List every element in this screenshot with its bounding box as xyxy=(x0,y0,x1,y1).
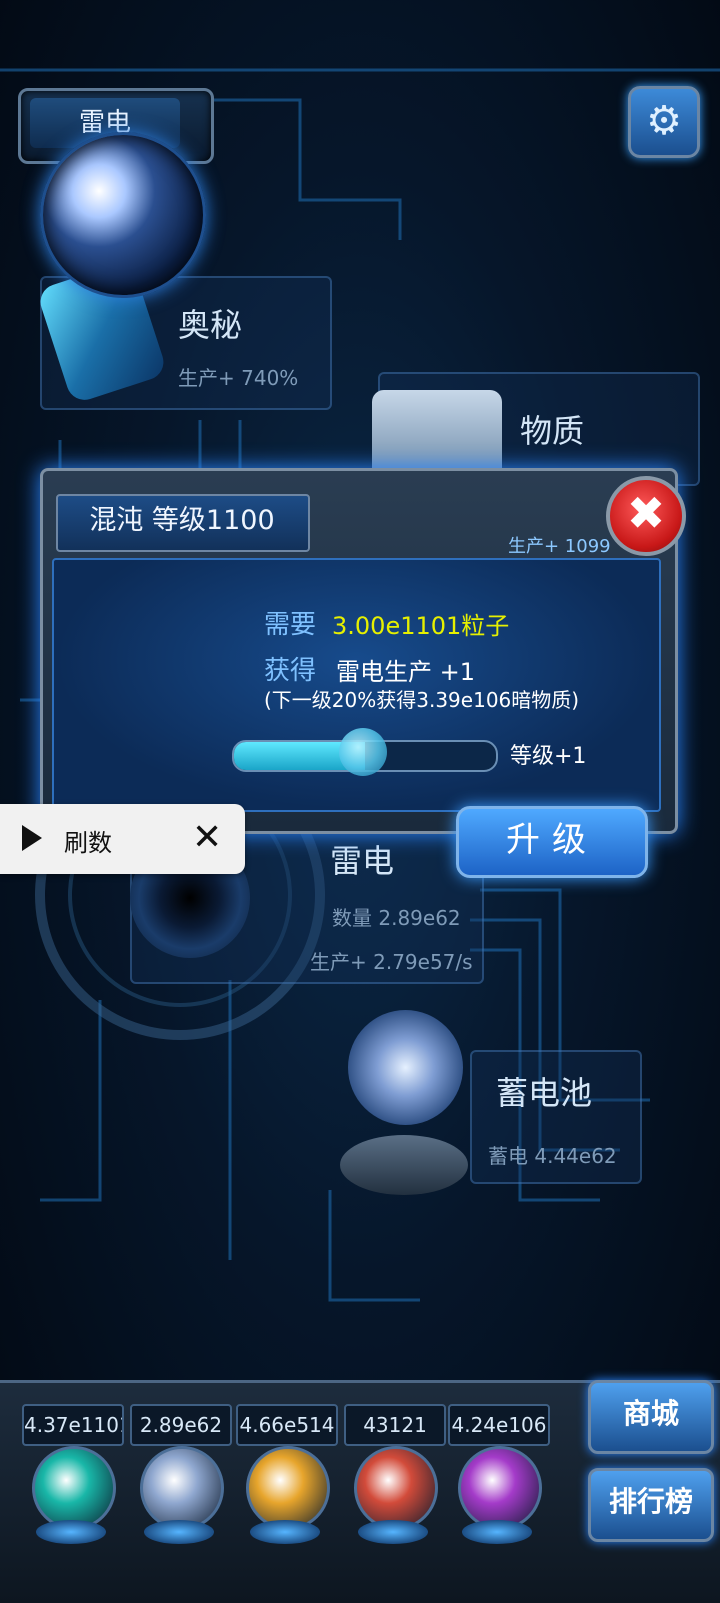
resource-orb-icon[interactable] xyxy=(458,1446,542,1530)
gear-icon: ⚙ xyxy=(646,98,682,144)
refresh-label: 刷数 xyxy=(64,829,112,857)
resource-stand xyxy=(144,1520,214,1544)
resource-stand xyxy=(358,1520,428,1544)
close-button[interactable]: ✖ xyxy=(606,476,686,556)
gain-value: 雷电生产 +1 xyxy=(336,658,476,686)
refresh-toolbar: 刷数 ✕ xyxy=(0,804,245,874)
resource-orb-icon[interactable] xyxy=(354,1446,438,1530)
leaderboard-button[interactable]: 排行榜 xyxy=(588,1468,714,1542)
panel-thunder-count: 数量 2.89e62 xyxy=(332,906,461,930)
panel-mystery-sub: 生产+ 740% xyxy=(178,366,299,390)
resource-value: 4.24e106 xyxy=(448,1404,550,1446)
dialog-title: 混沌 等级1100 xyxy=(89,505,275,536)
resource-orb-icon[interactable] xyxy=(140,1446,224,1530)
resource-stand xyxy=(36,1520,106,1544)
resource-value: 2.89e62 xyxy=(130,1404,232,1446)
resource-orb-icon[interactable] xyxy=(246,1446,330,1530)
battery-base-icon xyxy=(340,1135,468,1195)
play-icon[interactable] xyxy=(22,825,42,851)
gain-label: 获得 xyxy=(264,656,317,686)
need-value: 3.00e1101粒子 xyxy=(332,612,510,640)
resource-value: 43121 xyxy=(344,1404,446,1446)
close-icon: ✖ xyxy=(626,486,666,540)
resource-stand xyxy=(250,1520,320,1544)
level-slider-handle[interactable] xyxy=(339,728,387,776)
panel-matter-title: 物质 xyxy=(520,412,585,450)
panel-thunder-rate: 生产+ 2.79e57/s xyxy=(310,950,473,974)
panel-battery-sub: 蓄电 4.44e62 xyxy=(488,1144,617,1168)
need-label: 需要 xyxy=(264,610,317,640)
resource-value: 4.66e514 xyxy=(236,1404,338,1446)
level-increment-label: 等级+1 xyxy=(510,744,587,769)
panel-mystery-title: 奥秘 xyxy=(178,306,243,344)
panel-thunder-title: 雷电 xyxy=(330,842,395,880)
resource-orb-icon[interactable] xyxy=(32,1446,116,1530)
shop-button[interactable]: 商城 xyxy=(588,1380,714,1454)
next-level-note: (下一级20%获得3.39e106暗物质) xyxy=(264,688,580,712)
lightning-orb-icon xyxy=(348,1010,463,1125)
resource-value: 4.37e1101 xyxy=(22,1404,124,1446)
chaos-orb-icon xyxy=(40,132,206,298)
settings-button[interactable]: ⚙ xyxy=(628,86,700,158)
upgrade-button[interactable]: 升级 xyxy=(456,806,648,878)
cube-icon xyxy=(372,390,502,480)
panel-battery-title: 蓄电池 xyxy=(496,1074,593,1112)
close-overlay-icon[interactable]: ✕ xyxy=(192,818,222,858)
resource-stand xyxy=(462,1520,532,1544)
